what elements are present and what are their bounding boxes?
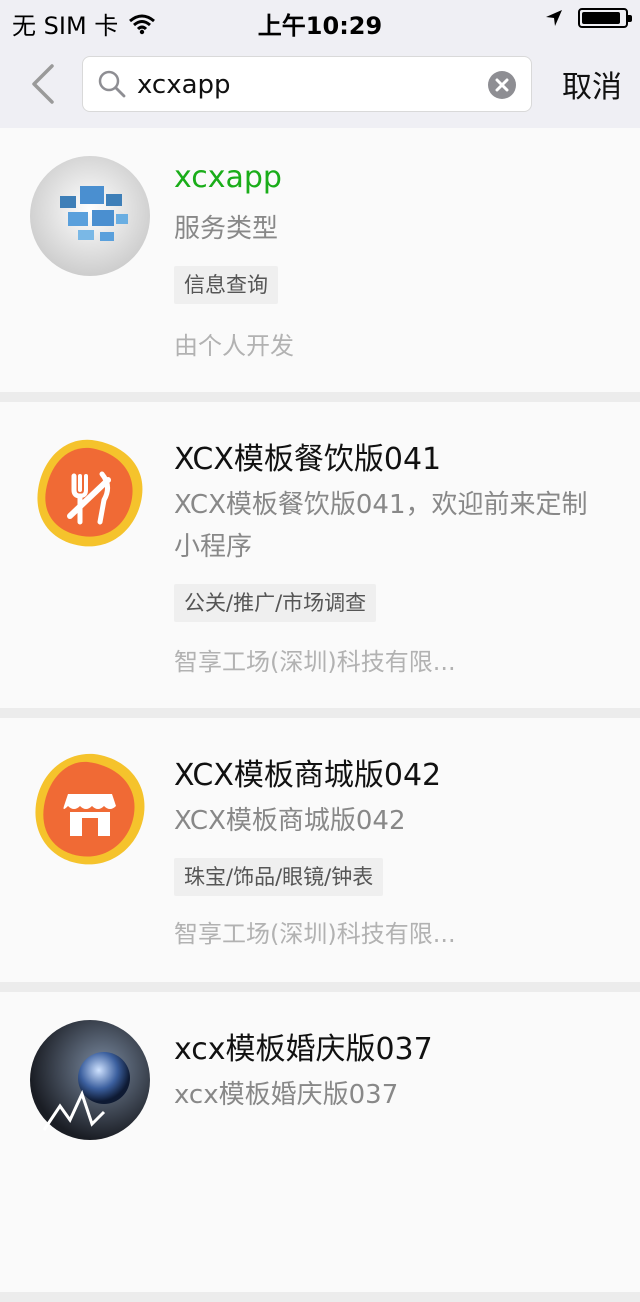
result-description: XCX模板餐饮版041，欢迎前来定制小程序 xyxy=(174,490,588,562)
search-box[interactable] xyxy=(82,56,532,112)
result-description: XCX模板商城版042 xyxy=(174,806,406,836)
fork-knife-icon xyxy=(37,439,143,547)
result-description: xcx模板婚庆版037 xyxy=(174,1080,399,1110)
status-right xyxy=(544,8,632,28)
search-icon xyxy=(98,70,126,98)
results-list: xcxapp 服务类型 信息查询 由个人开发 XCX模板餐饮版041 XCX模板… xyxy=(0,128,640,1302)
battery-icon xyxy=(578,8,632,28)
result-title: xcx模板婚庆版037 xyxy=(174,1032,433,1067)
cancel-button[interactable]: 取消 xyxy=(562,62,622,106)
battery-fill xyxy=(582,12,620,24)
list-item[interactable]: XCX模板商城版042 XCX模板商城版042 珠宝/饰品/眼镜/钟表 智享工场… xyxy=(0,718,640,982)
result-title: XCX模板商城版042 xyxy=(174,758,442,793)
location-arrow-icon xyxy=(546,10,562,26)
search-input[interactable] xyxy=(135,65,469,105)
list-item[interactable]: XCX模板餐饮版041 XCX模板餐饮版041，欢迎前来定制小程序 公关/推广/… xyxy=(0,402,640,708)
developer-label: 智享工场(深圳)科技有限... xyxy=(174,920,456,948)
search-header: 取消 xyxy=(0,40,640,128)
category-tag: 公关/推广/市场调查 xyxy=(174,584,377,622)
storefront-icon xyxy=(35,753,145,865)
developer-label: 智享工场(深圳)科技有限... xyxy=(174,648,456,676)
back-button[interactable] xyxy=(28,62,58,106)
category-tag: 珠宝/饰品/眼镜/钟表 xyxy=(174,858,384,896)
globe-icon xyxy=(30,1020,150,1140)
category-tag: 信息查询 xyxy=(174,266,278,304)
result-title: XCX模板餐饮版041 xyxy=(174,442,442,477)
developer-label: 由个人开发 xyxy=(174,332,294,360)
list-item[interactable]: xcxapp 服务类型 信息查询 由个人开发 xyxy=(0,128,640,392)
result-description: 服务类型 xyxy=(174,214,279,244)
list-item[interactable]: xcx模板婚庆版037 xcx模板婚庆版037 xyxy=(0,992,640,1292)
clear-icon[interactable] xyxy=(487,70,517,100)
result-title: xcxapp xyxy=(174,160,282,195)
chevron-left-icon xyxy=(32,64,54,104)
computer-screens-icon xyxy=(30,156,150,276)
status-bar: 无 SIM 卡 上午10:29 xyxy=(0,0,640,40)
